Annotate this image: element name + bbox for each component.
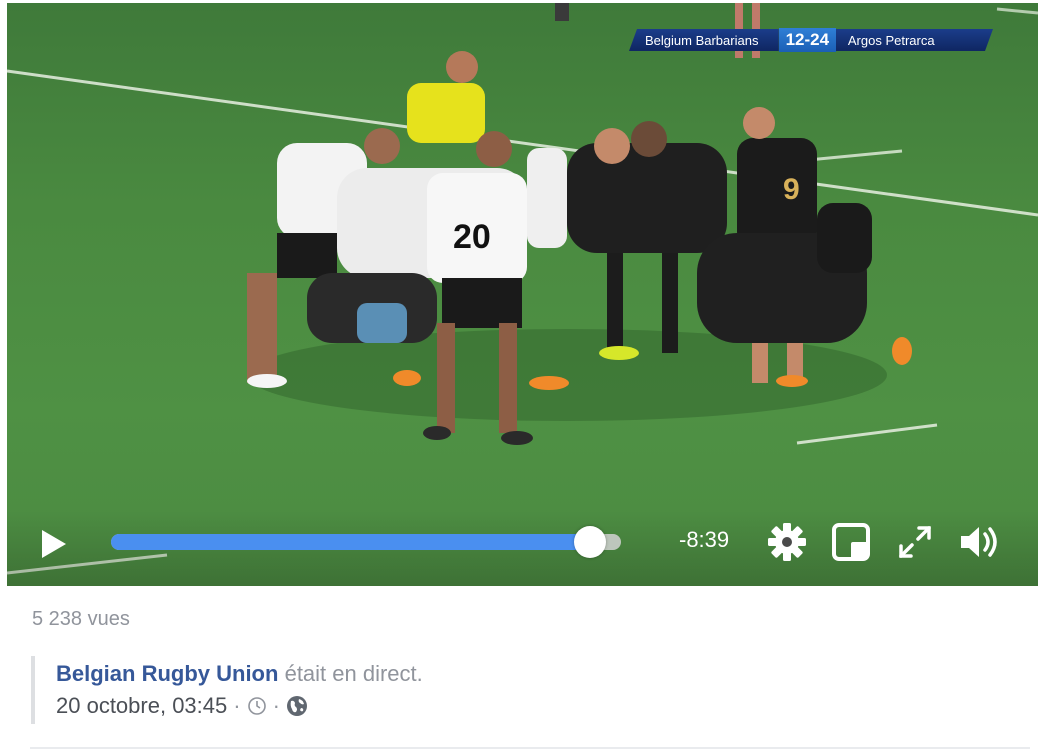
rugby-scene: 20 9 [7,3,1038,575]
svg-text:20: 20 [453,218,491,256]
quote-bar [31,656,35,724]
gear-icon[interactable] [765,520,809,564]
picture-in-picture-icon[interactable] [829,520,873,564]
view-count: 5 238 vues [32,608,130,630]
post-meta: 5 238 vues Belgian Rugby Union était en … [0,586,1040,750]
video-controls: -8:39 [7,510,1038,586]
volume-icon[interactable] [957,520,1001,564]
progress-fill [111,534,590,550]
globe-icon[interactable] [286,695,308,717]
video-frame[interactable]: 20 9 Belgium Barbarians 12-24 Argos Petr… [7,3,1038,586]
separator-dot: · [233,693,241,718]
clock-icon [247,697,266,715]
time-remaining: -8:39 [679,527,730,552]
live-status: Belgian Rugby Union était en direct. [56,661,423,687]
post-timestamp: 20 octobre, 03:45 · · [56,693,308,719]
play-icon[interactable] [39,527,69,561]
separator-dot: · [272,693,280,718]
score: 12-24 [778,28,836,52]
fullscreen-icon[interactable] [893,520,937,564]
svg-text:9: 9 [783,173,800,206]
divider [30,747,1030,749]
post-date[interactable]: 20 octobre, 03:45 [56,693,227,719]
live-status-text: était en direct. [284,661,423,686]
scoreboard: Belgium Barbarians 12-24 Argos Petrarca [629,28,993,52]
progress-thumb[interactable] [574,526,606,558]
progress-bar[interactable] [111,526,621,558]
home-team-name: Belgium Barbarians [629,29,779,51]
page-name-link[interactable]: Belgian Rugby Union [56,661,278,686]
away-team-name: Argos Petrarca [836,29,993,51]
